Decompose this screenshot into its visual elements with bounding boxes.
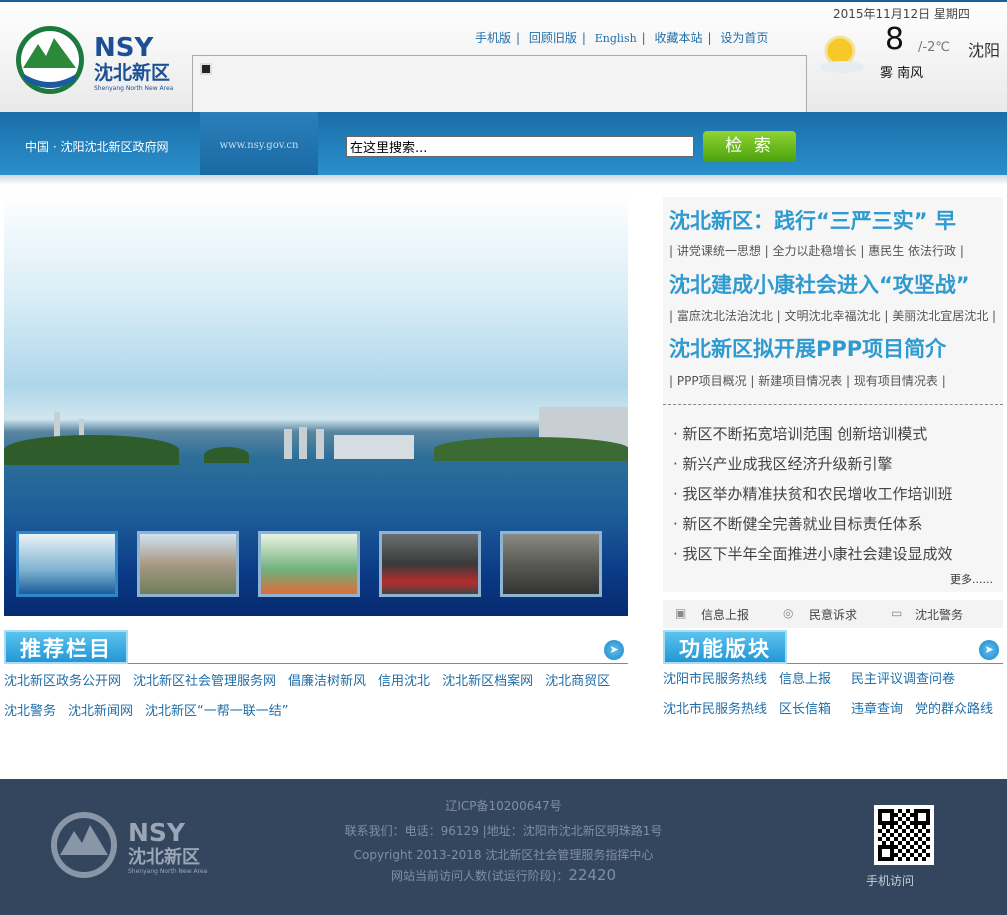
link[interactable]: 沈北警务: [4, 704, 56, 719]
news-item[interactable]: · 我区举办精准扶贫和农民增收工作培训班: [673, 483, 953, 504]
link[interactable]: 沈北市民服务热线: [663, 702, 767, 717]
icp-number[interactable]: 辽ICP备10200647号: [0, 797, 1007, 814]
link[interactable]: 党的群众路线: [915, 702, 993, 717]
breadcrumb[interactable]: 中国 · 沈阳沈北新区政府网: [25, 138, 168, 155]
function-links: 沈阳市民服务热线 信息上报 民主评议调查问卷沈北市民服务热线 区长信箱 违章查询 党的群众…: [663, 665, 1007, 725]
plugin-icon: [200, 63, 212, 75]
divider: [0, 175, 1007, 185]
link[interactable]: 沈北新区社会管理服务网: [133, 674, 276, 689]
section-title: 推荐栏目: [4, 630, 128, 664]
low-temperature: /-2℃: [918, 40, 950, 55]
tab-info-report[interactable]: 信息上报: [701, 606, 749, 623]
headline-sublinks[interactable]: | PPP项目概况 | 新建项目情况表 | 现有项目情况表 |: [669, 372, 946, 389]
headline-sublinks[interactable]: | 富庶沈北法治沈北 | 文明沈北幸福沈北 | 美丽沈北宜居沈北 |: [669, 307, 996, 324]
link[interactable]: 沈北新区档案网: [442, 674, 533, 689]
video-icon: ▭: [891, 606, 903, 620]
date: 2015年11月12日 星期四: [833, 7, 970, 21]
search-button[interactable]: 检 索: [703, 131, 796, 162]
visitor-label: 网站当前访问人数(试运行阶段)：: [390, 869, 569, 883]
qr-code-icon: [874, 805, 934, 865]
top-links: 手机版 | 回顾旧版 | English | 收藏本站 | 设为首页: [475, 31, 769, 45]
recommend-links: 沈北新区政务公开网 沈北新区社会管理服务网 倡廉洁树新风 信用沈北 沈北新区档案网 沈北商…: [4, 667, 630, 727]
divider: [663, 404, 1003, 405]
functions-section-header: 功能版块 ➤: [663, 630, 1003, 664]
link[interactable]: 沈阳市民服务热线: [663, 672, 767, 687]
news-item[interactable]: · 新区不断拓宽培训范围 创新培训模式: [673, 423, 927, 444]
sun-cloud-icon: [816, 33, 866, 79]
english-link[interactable]: English: [595, 32, 637, 45]
more-link[interactable]: 更多......: [950, 571, 993, 587]
link[interactable]: 区长信箱: [779, 702, 831, 717]
link[interactable]: 倡廉洁树新风: [288, 674, 366, 689]
weibo-icon: ◎: [783, 606, 794, 620]
tab-public-appeal[interactable]: 民意诉求: [809, 606, 857, 623]
tab-police[interactable]: 沈北警务: [915, 606, 963, 623]
qr-label: 手机访问: [866, 874, 915, 888]
svg-text:NSY: NSY: [94, 33, 154, 63]
site-logo[interactable]: NSY 沈北新区 Shenyang North New Area: [14, 24, 189, 99]
link[interactable]: 沈北新区政务公开网: [4, 674, 121, 689]
set-home-link[interactable]: 设为首页: [720, 31, 768, 45]
service-tabs: ▣ 信息上报 ◎ 民意诉求 ▭ 沈北警务: [663, 600, 1003, 628]
flash-banner: [192, 55, 807, 113]
slide-thumbnail[interactable]: [500, 531, 602, 597]
svg-text:Shenyang North New Area: Shenyang North New Area: [94, 85, 174, 92]
weather-condition: 雾 南风: [880, 66, 924, 81]
news-item[interactable]: · 新兴产业成我区经济升级新引擎: [673, 453, 893, 474]
link[interactable]: 沈北商贸区: [545, 674, 610, 689]
temperature: 8: [885, 22, 905, 57]
news-item[interactable]: · 新区不断健全完善就业目标责任体系: [673, 513, 923, 534]
link[interactable]: 沈北新闻网: [68, 704, 133, 719]
arrow-right-icon[interactable]: ➤: [604, 640, 624, 660]
footer: NSY 沈北新区 Shenyang North New Area 辽ICP备10…: [0, 779, 1007, 915]
slide-thumbnail[interactable]: [379, 531, 481, 597]
chat-icon: ▣: [675, 606, 687, 620]
slide-thumbnail[interactable]: [137, 531, 239, 597]
slide-thumbnail[interactable]: [16, 531, 118, 597]
link[interactable]: 信用沈北: [378, 674, 430, 689]
search-input[interactable]: [346, 136, 694, 157]
visitor-count: 网站当前访问人数(试运行阶段)：22420: [0, 866, 1007, 884]
mobile-link[interactable]: 手机版: [475, 31, 511, 45]
contact-info: 联系我们：电话：96129 |地址：沈阳市沈北新区明珠路1号: [344, 824, 663, 838]
recommend-section-header: 推荐栏目 ➤: [4, 630, 628, 664]
section-title: 功能版块: [663, 630, 787, 664]
arrow-right-icon[interactable]: ➤: [979, 640, 999, 660]
visitor-number: 22420: [568, 866, 617, 884]
svg-text:沈北新区: 沈北新区: [94, 61, 170, 84]
old-version-link[interactable]: 回顾旧版: [529, 31, 577, 45]
link[interactable]: 民主评议调查问卷: [851, 672, 955, 687]
weather-city: 沈阳: [968, 41, 1001, 60]
link[interactable]: 违章查询: [851, 702, 903, 717]
news-item[interactable]: · 我区下半年全面推进小康社会建设显成效: [673, 543, 953, 564]
headline-sublinks[interactable]: | 讲党课统一思想 | 全力以赴稳增长 | 惠民生 依法行政 |: [669, 242, 964, 259]
hero-slideshow[interactable]: [4, 197, 628, 616]
headline[interactable]: 沈北建成小康社会进入“攻坚战”: [669, 269, 970, 299]
site-url: www.nsy.gov.cn: [200, 112, 318, 175]
headline-panel: 沈北新区：践行“三严三实” 早 | 讲党课统一思想 | 全力以赴稳增长 | 惠民…: [663, 197, 1003, 592]
link[interactable]: 信息上报: [779, 672, 831, 687]
logo-emblem-icon: NSY 沈北新区 Shenyang North New Area: [16, 26, 174, 94]
headline[interactable]: 沈北新区拟开展PPP项目简介: [669, 333, 946, 363]
bookmark-link[interactable]: 收藏本站: [655, 31, 703, 45]
copyright: Copyright 2013-2018 沈北新区社会管理服务指挥中心: [353, 848, 654, 862]
link[interactable]: 沈北新区“一帮一联一结”: [145, 704, 288, 719]
headline[interactable]: 沈北新区：践行“三严三实” 早: [669, 205, 956, 235]
slide-thumbnail[interactable]: [258, 531, 360, 597]
